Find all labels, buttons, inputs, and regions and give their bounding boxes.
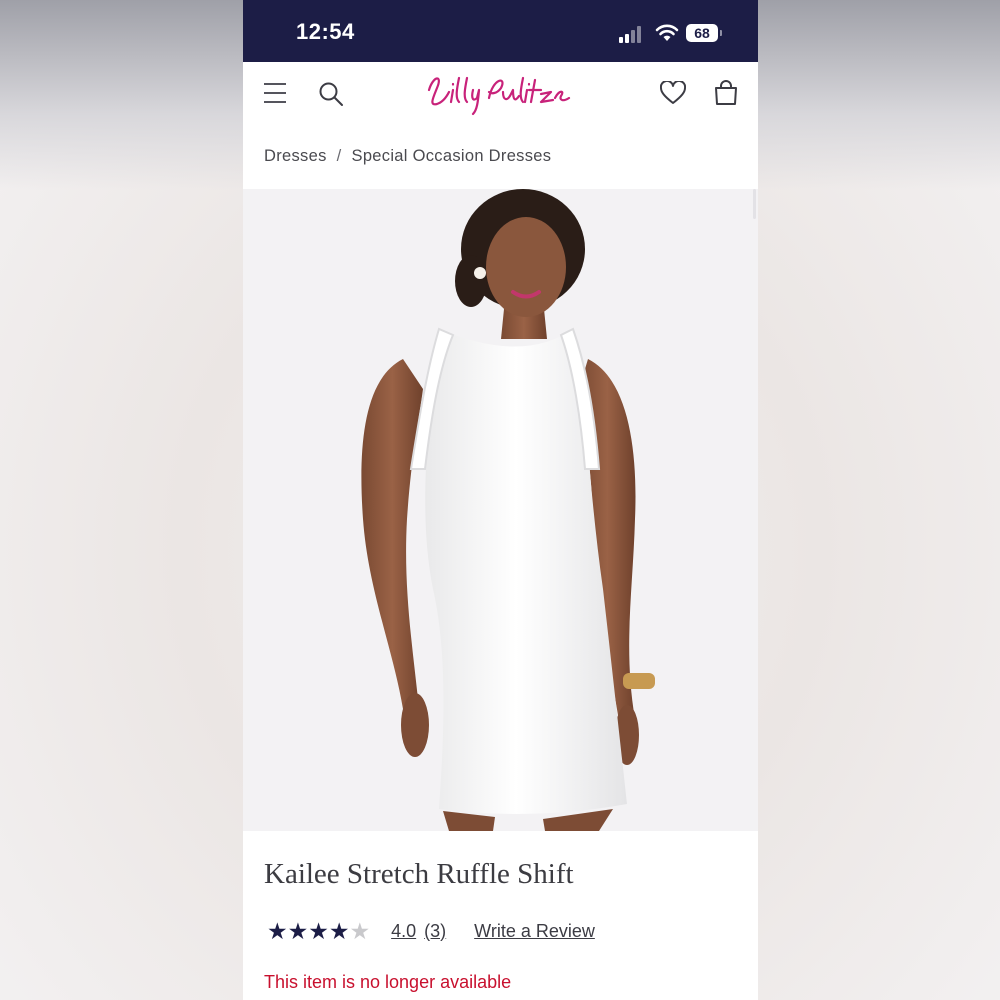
- product-title: Kailee Stretch Ruffle Shift: [264, 858, 574, 890]
- rating-row: ★ ★ ★ ★ ★ 4.0 (3) Write a Review: [267, 918, 595, 944]
- site-header: [243, 62, 758, 126]
- product-image[interactable]: [243, 189, 758, 831]
- status-bar: 12:54 68: [243, 0, 758, 62]
- breadcrumb: Dresses / Special Occasion Dresses: [264, 147, 551, 166]
- breadcrumb-special-occasion[interactable]: Special Occasion Dresses: [352, 147, 552, 165]
- star-rating: ★ ★ ★ ★ ★: [267, 918, 370, 944]
- write-review-link[interactable]: Write a Review: [474, 921, 595, 942]
- star-icon: ★: [267, 918, 288, 944]
- review-count-link[interactable]: (3): [424, 921, 446, 942]
- star-icon: ★: [308, 918, 329, 944]
- star-empty-icon: ★: [349, 918, 371, 944]
- product-photo-illustration: [361, 189, 655, 831]
- heart-icon[interactable]: [660, 81, 686, 105]
- phone-screen: 12:54 68 Dresses / Special Occasion Dres…: [243, 0, 758, 1000]
- image-scroll-indicator: [753, 189, 756, 219]
- availability-message: This item is no longer available: [264, 972, 512, 992]
- star-icon: ★: [328, 918, 350, 944]
- brand-logo[interactable]: [423, 68, 578, 118]
- rating-value-link[interactable]: 4.0: [391, 921, 416, 942]
- menu-icon[interactable]: [264, 82, 288, 104]
- breadcrumb-separator: /: [336, 147, 342, 165]
- wifi-icon: [655, 24, 679, 41]
- battery-indicator: 68: [686, 24, 722, 42]
- star-icon: ★: [287, 918, 309, 944]
- cellular-signal-icon: [619, 25, 645, 43]
- bag-icon[interactable]: [714, 80, 738, 106]
- status-time: 12:54: [296, 19, 355, 44]
- breadcrumb-dresses[interactable]: Dresses: [264, 147, 327, 165]
- search-icon[interactable]: [318, 81, 344, 107]
